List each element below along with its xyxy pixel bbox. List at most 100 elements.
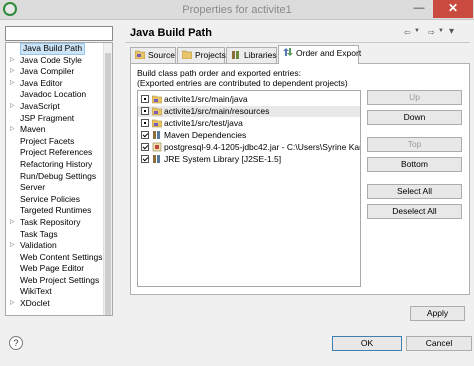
tree-item[interactable]: ▷ Task Repository <box>6 217 104 229</box>
list-item[interactable]: Maven Dependencies <box>138 130 360 141</box>
tree-item[interactable]: ▷ XDoclet <box>6 298 104 310</box>
tree-item-label: Maven <box>20 124 46 135</box>
list-item-label: activite1/src/test/java <box>164 118 243 128</box>
tree-item[interactable]: Web Project Settings <box>6 275 104 287</box>
export-checkbox[interactable] <box>141 143 149 151</box>
source-folder-icon <box>151 94 163 104</box>
list-item[interactable]: activite1/src/test/java <box>138 118 360 129</box>
tab-projects[interactable]: Projects <box>177 47 226 63</box>
tree-item-label: Server <box>20 182 46 193</box>
expand-arrow-icon[interactable]: ▷ <box>10 240 16 252</box>
tree-item[interactable]: Targeted Runtimes <box>6 205 104 217</box>
tree-item[interactable]: Web Page Editor <box>6 263 104 275</box>
tree-item-label: Web Content Settings <box>20 251 103 262</box>
libraries-icon <box>231 49 241 63</box>
order-export-list: activite1/src/main/java activite1/src/ma… <box>137 90 361 287</box>
list-item[interactable]: JRE System Library [J2SE-1.5] <box>138 154 360 165</box>
tree-item-label: Java Compiler <box>20 66 75 77</box>
apply-button[interactable]: Apply <box>410 306 465 321</box>
tree-item-label: Web Project Settings <box>20 274 100 285</box>
export-checkbox[interactable] <box>141 131 149 139</box>
header-separator <box>125 42 470 43</box>
ok-button[interactable]: OK <box>332 336 402 351</box>
tab-libraries[interactable]: Libraries <box>226 47 277 63</box>
tree-item[interactable]: ▷ Java Compiler <box>6 66 104 78</box>
down-button[interactable]: Down <box>367 110 462 125</box>
list-item[interactable]: postgresql-9.4-1205-jdbc42.jar - C:\User… <box>138 142 360 153</box>
tree-item-label: Project Facets <box>20 135 75 146</box>
tree-item[interactable]: ▷ Java Code Style <box>6 55 104 67</box>
back-arrow-icon[interactable]: ⇦ <box>404 28 411 37</box>
tree-item-label: JavaScript <box>20 100 60 111</box>
tree-item[interactable]: ▷ Validation <box>6 240 104 252</box>
forward-dropdown-icon[interactable]: ▼ <box>438 28 444 34</box>
up-button[interactable]: Up <box>367 90 462 105</box>
tree-item[interactable]: WikiText <box>6 286 104 298</box>
deselect-all-button[interactable]: Deselect All <box>367 204 462 219</box>
expand-arrow-icon[interactable]: ▷ <box>10 55 16 67</box>
list-item-label: activite1/src/main/java <box>164 94 248 104</box>
tree-item[interactable]: ▷ JavaScript <box>6 101 104 113</box>
list-item[interactable]: activite1/src/main/java <box>138 94 360 105</box>
title-bar: Properties for activite1 — ✕ <box>0 0 474 20</box>
export-checkbox[interactable] <box>141 95 149 103</box>
tree-item[interactable]: JSP Fragment <box>6 113 104 125</box>
tree-item-label: Java Code Style <box>20 54 82 65</box>
preferences-tree: Java Build Path ▷ Java Code Style ▷ Java Com… <box>5 42 113 316</box>
tab-order-and-export[interactable]: Order and Export <box>278 45 362 64</box>
tree-item[interactable]: Web Content Settings <box>6 252 104 264</box>
order-export-icon <box>283 47 293 61</box>
filter-input[interactable] <box>5 26 113 41</box>
top-button[interactable]: Top <box>367 137 462 152</box>
tree-item[interactable]: Service Policies <box>6 194 104 206</box>
tree-item[interactable]: Project References <box>6 147 104 159</box>
export-checkbox[interactable] <box>141 119 149 127</box>
tree-item[interactable]: Project Facets <box>6 136 104 148</box>
tree-item[interactable]: Java Build Path <box>6 43 104 55</box>
tree-item[interactable]: Run/Debug Settings <box>6 171 104 183</box>
back-dropdown-icon[interactable]: ▼ <box>414 28 420 34</box>
tree-item[interactable]: Server <box>6 182 104 194</box>
tree-item[interactable]: ▷ Maven <box>6 124 104 136</box>
select-all-button[interactable]: Select All <box>367 184 462 199</box>
tree-scrollbar-thumb[interactable] <box>105 53 111 315</box>
export-checkbox[interactable] <box>141 155 149 163</box>
library-icon <box>152 130 162 140</box>
tree-item[interactable]: Task Tags <box>6 229 104 241</box>
tree-item-label: Validation <box>20 240 57 251</box>
panel-description: Build class path order and exported entr… <box>137 68 301 78</box>
list-item[interactable]: activite1/src/main/resources <box>138 106 360 117</box>
window-title: Properties for activite1 <box>182 4 292 16</box>
tree-item[interactable]: ▷ Java Editor <box>6 78 104 90</box>
view-menu-icon[interactable]: ▾ <box>449 26 454 37</box>
expand-arrow-icon[interactable]: ▷ <box>10 124 16 136</box>
list-item-label: Maven Dependencies <box>164 130 247 140</box>
tree-item-label: Task Repository <box>20 216 81 227</box>
jar-icon <box>152 142 162 152</box>
expand-arrow-icon[interactable]: ▷ <box>10 217 16 229</box>
tree-item-label: Task Tags <box>20 228 58 239</box>
list-item-label: activite1/src/main/resources <box>164 106 270 116</box>
panel-description-note: (Exported entries are contributed to dep… <box>137 78 348 88</box>
bottom-button[interactable]: Bottom <box>367 157 462 172</box>
help-button[interactable]: ? <box>9 336 23 350</box>
tree-item[interactable]: Javadoc Location <box>6 89 104 101</box>
tree-item[interactable]: Refactoring History <box>6 159 104 171</box>
cancel-button[interactable]: Cancel <box>406 336 472 351</box>
expand-arrow-icon[interactable]: ▷ <box>10 78 16 90</box>
minimize-button[interactable]: — <box>407 1 431 17</box>
tree-scrollbar[interactable] <box>103 43 112 315</box>
expand-arrow-icon[interactable]: ▷ <box>10 101 16 113</box>
tree-item-label: Javadoc Location <box>20 89 87 100</box>
forward-arrow-icon[interactable]: ⇨ <box>428 28 435 37</box>
tree-item-label: Java Editor <box>20 77 63 88</box>
export-checkbox[interactable] <box>141 107 149 115</box>
tab-source[interactable]: Source <box>130 47 176 63</box>
source-folder-icon <box>151 106 163 116</box>
expand-arrow-icon[interactable]: ▷ <box>10 298 16 310</box>
tab-projects-label: Projects <box>195 50 226 60</box>
tree-item-label: Targeted Runtimes <box>20 205 92 216</box>
close-button[interactable]: ✕ <box>433 0 473 18</box>
tab-order-and-export-label: Order and Export <box>296 48 362 58</box>
expand-arrow-icon[interactable]: ▷ <box>10 66 16 78</box>
